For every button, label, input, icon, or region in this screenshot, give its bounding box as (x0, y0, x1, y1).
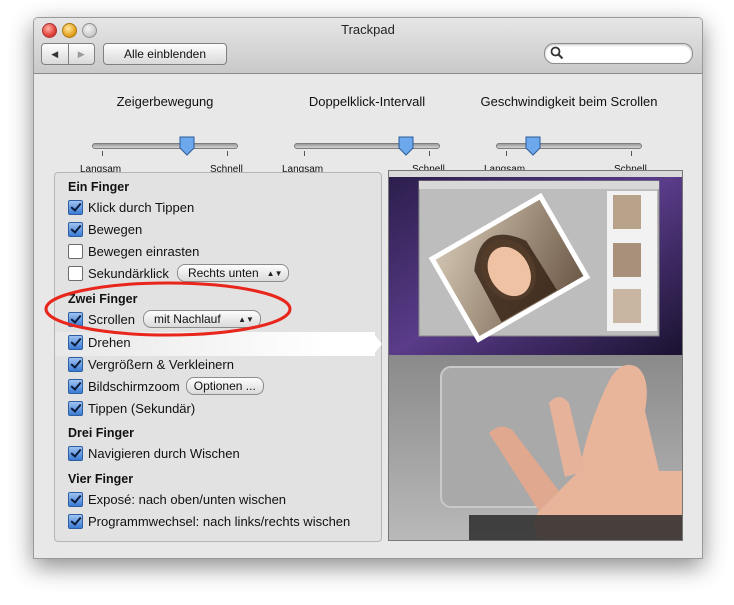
checkbox[interactable] (68, 378, 83, 394)
slider-tick (227, 151, 228, 156)
checkbox[interactable] (68, 445, 83, 461)
option-secondary-tap[interactable]: Tippen (Sekundär) (68, 399, 195, 417)
title-bar: Trackpad ◀ ▶ Alle einblenden (34, 18, 702, 74)
slider-thumb-doubleclick[interactable] (398, 136, 414, 156)
option-screen-zoom[interactable]: Bildschirmzoom Optionen ... (68, 377, 264, 395)
annotation-ring (44, 281, 292, 337)
section-title-four-fingers: Vier Finger (68, 472, 134, 486)
highlight-arrow (372, 332, 382, 356)
slider-track-pointer[interactable] (92, 143, 238, 149)
section-title-three-fingers: Drei Finger (68, 426, 134, 440)
screen-zoom-options-button[interactable]: Optionen ... (185, 377, 264, 395)
chevron-updown-icon: ▲▼ (266, 268, 283, 278)
slider-thumb-scrollspeed[interactable] (525, 136, 541, 156)
slider-title-scrollspeed: Geschwindigkeit beim Scrollen (480, 94, 658, 109)
slider-tick (631, 151, 632, 156)
option-label: Vergrößern & Verkleinern (88, 356, 234, 372)
show-all-button[interactable]: Alle einblenden (103, 43, 227, 65)
slider-title-doubleclick: Doppelklick-Intervall (308, 94, 426, 109)
option-label: Bildschirmzoom (88, 378, 180, 394)
forward-button[interactable]: ▶ (69, 44, 95, 64)
pane-content: Zeigerbewegung Langsam Schnell Doppelkli… (34, 74, 702, 558)
nav-buttons: ◀ ▶ (41, 43, 95, 65)
checkbox[interactable] (68, 400, 83, 416)
option-label: Bewegen (88, 221, 143, 237)
checkbox[interactable] (68, 491, 83, 507)
option-app-switch[interactable]: Programmwechsel: nach links/rechts wisch… (68, 512, 350, 530)
option-swipe-navigate[interactable]: Navigieren durch Wischen (68, 444, 240, 462)
slider-track-doubleclick[interactable] (294, 143, 440, 149)
checkbox[interactable] (68, 513, 83, 529)
option-label: Tippen (Sekundär) (88, 400, 196, 416)
slider-tick (304, 151, 305, 156)
section-title-one-finger: Ein Finger (68, 180, 130, 194)
slider-tick (102, 151, 103, 156)
slider-thumb-pointer[interactable] (179, 136, 195, 156)
demo-illustration (389, 171, 682, 540)
option-label: Bewegen einrasten (88, 243, 200, 259)
search-icon (550, 46, 564, 60)
option-drag-lock[interactable]: Bewegen einrasten (68, 242, 199, 260)
slider-tick (506, 151, 507, 156)
back-button[interactable]: ◀ (42, 44, 69, 64)
slider-tick (429, 151, 430, 156)
search-field[interactable] (544, 43, 693, 64)
checkbox[interactable] (68, 356, 83, 372)
option-label: Navigieren durch Wischen (88, 445, 240, 461)
option-tap-to-click[interactable]: Klick durch Tippen (68, 198, 194, 216)
popup-value: Rechts unten (187, 266, 259, 280)
option-label: Programmwechsel: nach links/rechts wisch… (88, 513, 351, 529)
option-label: Klick durch Tippen (88, 199, 195, 215)
option-zoom[interactable]: Vergrößern & Verkleinern (68, 355, 234, 373)
checkbox[interactable] (68, 243, 83, 259)
option-expose[interactable]: Exposé: nach oben/unten wischen (68, 490, 286, 508)
checkbox[interactable] (68, 199, 83, 215)
window-title: Trackpad (341, 22, 395, 37)
slider-track-scrollspeed[interactable] (496, 143, 642, 149)
slider-title-pointer: Zeigerbewegung (116, 94, 214, 109)
option-drag[interactable]: Bewegen (68, 220, 142, 238)
checkbox[interactable] (68, 221, 83, 237)
gesture-demo-video (388, 170, 683, 541)
preferences-window: Trackpad ◀ ▶ Alle einblenden Zeigerbeweg… (33, 17, 703, 559)
option-label: Exposé: nach oben/unten wischen (88, 491, 287, 507)
